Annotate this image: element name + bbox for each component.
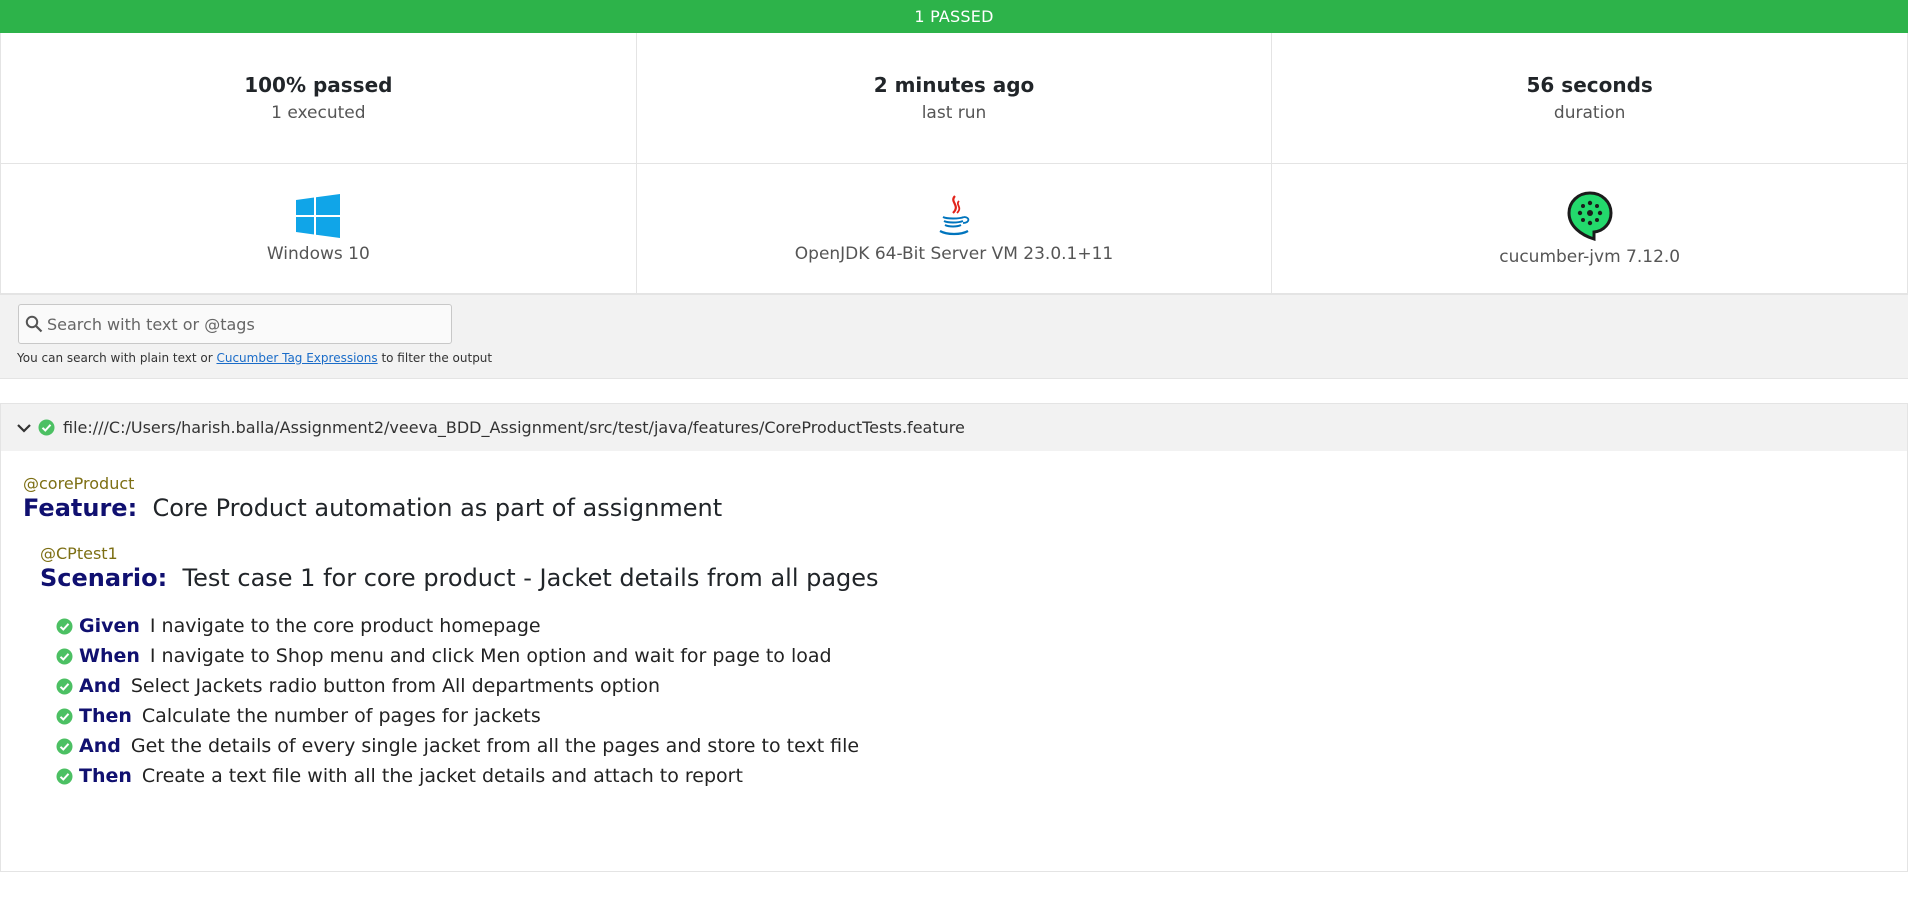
- step-keyword: Then: [79, 765, 132, 787]
- summary-last-run: 2 minutes ago last run: [637, 33, 1273, 163]
- runtime-label: OpenJDK 64-Bit Server VM 23.0.1+11: [794, 243, 1114, 264]
- step-keyword: Then: [79, 705, 132, 727]
- status-banner-label: 1 PASSED: [914, 7, 994, 26]
- step-text: I navigate to the core product homepage: [149, 615, 541, 637]
- feature-header[interactable]: file:///C:/Users/harish.balla/Assignment…: [1, 404, 1907, 451]
- step-keyword: And: [79, 735, 121, 757]
- env-runtime: OpenJDK 64-Bit Server VM 23.0.1+11: [637, 164, 1273, 293]
- scenario: @CPtest1 Scenario: Test case 1 for core …: [40, 544, 1907, 791]
- env-framework: cucumber-jvm 7.12.0: [1272, 164, 1908, 293]
- summary-duration: 56 seconds duration: [1272, 33, 1908, 163]
- step-row: When I navigate to Shop menu and click M…: [56, 641, 1907, 671]
- step-row: Then Calculate the number of pages for j…: [56, 701, 1907, 731]
- summary-row: 100% passed 1 executed 2 minutes ago las…: [0, 33, 1908, 164]
- search-input[interactable]: [45, 313, 439, 335]
- passed-check-icon: [56, 738, 73, 754]
- passed-percent: 100% passed: [244, 73, 393, 97]
- windows-icon: [296, 193, 341, 238]
- step-text: Calculate the number of pages for jacket…: [141, 705, 541, 727]
- java-icon: [939, 194, 970, 235]
- step-row: And Get the details of every single jack…: [56, 731, 1907, 761]
- step-text: I navigate to Shop menu and click Men op…: [149, 645, 832, 667]
- passed-check-icon: [56, 618, 73, 634]
- scenario-title: Scenario: Test case 1 for core product -…: [40, 564, 1907, 592]
- step-text: Select Jackets radio button from All dep…: [130, 675, 661, 697]
- passed-check-icon: [56, 708, 73, 724]
- environment-row: Windows 10 OpenJDK 64-Bit Server VM 23.0…: [0, 164, 1908, 293]
- duration-value: 56 seconds: [1526, 73, 1653, 97]
- search-box[interactable]: [18, 304, 452, 344]
- chevron-down-icon[interactable]: [16, 422, 32, 434]
- steps-list: Given I navigate to the core product hom…: [56, 611, 1907, 791]
- last-run-label: last run: [921, 103, 987, 123]
- status-banner: 1 PASSED: [0, 0, 1908, 33]
- search-area: You can search with plain text or Cucumb…: [0, 294, 1908, 379]
- passed-check-icon: [56, 768, 73, 784]
- search-help: You can search with plain text or Cucumb…: [17, 351, 492, 365]
- feature-keyword: Feature:: [23, 494, 138, 522]
- feature-name: Core Product automation as part of assig…: [152, 494, 723, 522]
- cucumber-icon: [1567, 190, 1613, 241]
- summary-passed: 100% passed 1 executed: [0, 33, 637, 163]
- env-os: Windows 10: [0, 164, 637, 293]
- feature-file-path: file:///C:/Users/harish.balla/Assignment…: [63, 418, 965, 437]
- feature-panel: file:///C:/Users/harish.balla/Assignment…: [0, 403, 1908, 872]
- executed-count: 1 executed: [271, 103, 366, 123]
- scenario-tag: @CPtest1: [40, 544, 118, 563]
- scenario-name: Test case 1 for core product - Jacket de…: [182, 564, 879, 592]
- search-help-prefix: You can search with plain text or: [17, 351, 217, 365]
- duration-label: duration: [1553, 103, 1626, 123]
- summary-panel: 100% passed 1 executed 2 minutes ago las…: [0, 33, 1908, 294]
- step-row: Given I navigate to the core product hom…: [56, 611, 1907, 641]
- last-run-time: 2 minutes ago: [873, 73, 1035, 97]
- step-keyword: Given: [79, 615, 140, 637]
- passed-check-icon: [56, 648, 73, 664]
- scenario-keyword: Scenario:: [40, 564, 168, 592]
- step-text: Get the details of every single jacket f…: [130, 735, 860, 757]
- step-text: Create a text file with all the jacket d…: [141, 765, 743, 787]
- step-row: And Select Jackets radio button from All…: [56, 671, 1907, 701]
- step-keyword: And: [79, 675, 121, 697]
- feature-content: @coreProduct Feature: Core Product autom…: [1, 474, 1907, 791]
- tag-expressions-link[interactable]: Cucumber Tag Expressions: [216, 351, 377, 365]
- passed-check-icon: [38, 419, 55, 436]
- feature-title: Feature: Core Product automation as part…: [23, 494, 1907, 522]
- search-icon: [25, 315, 43, 333]
- step-keyword: When: [79, 645, 140, 667]
- passed-check-icon: [56, 678, 73, 694]
- search-help-suffix: to filter the output: [377, 351, 493, 365]
- os-label: Windows 10: [266, 243, 370, 264]
- step-row: Then Create a text file with all the jac…: [56, 761, 1907, 791]
- framework-label: cucumber-jvm 7.12.0: [1499, 246, 1681, 267]
- feature-tag: @coreProduct: [23, 474, 135, 493]
